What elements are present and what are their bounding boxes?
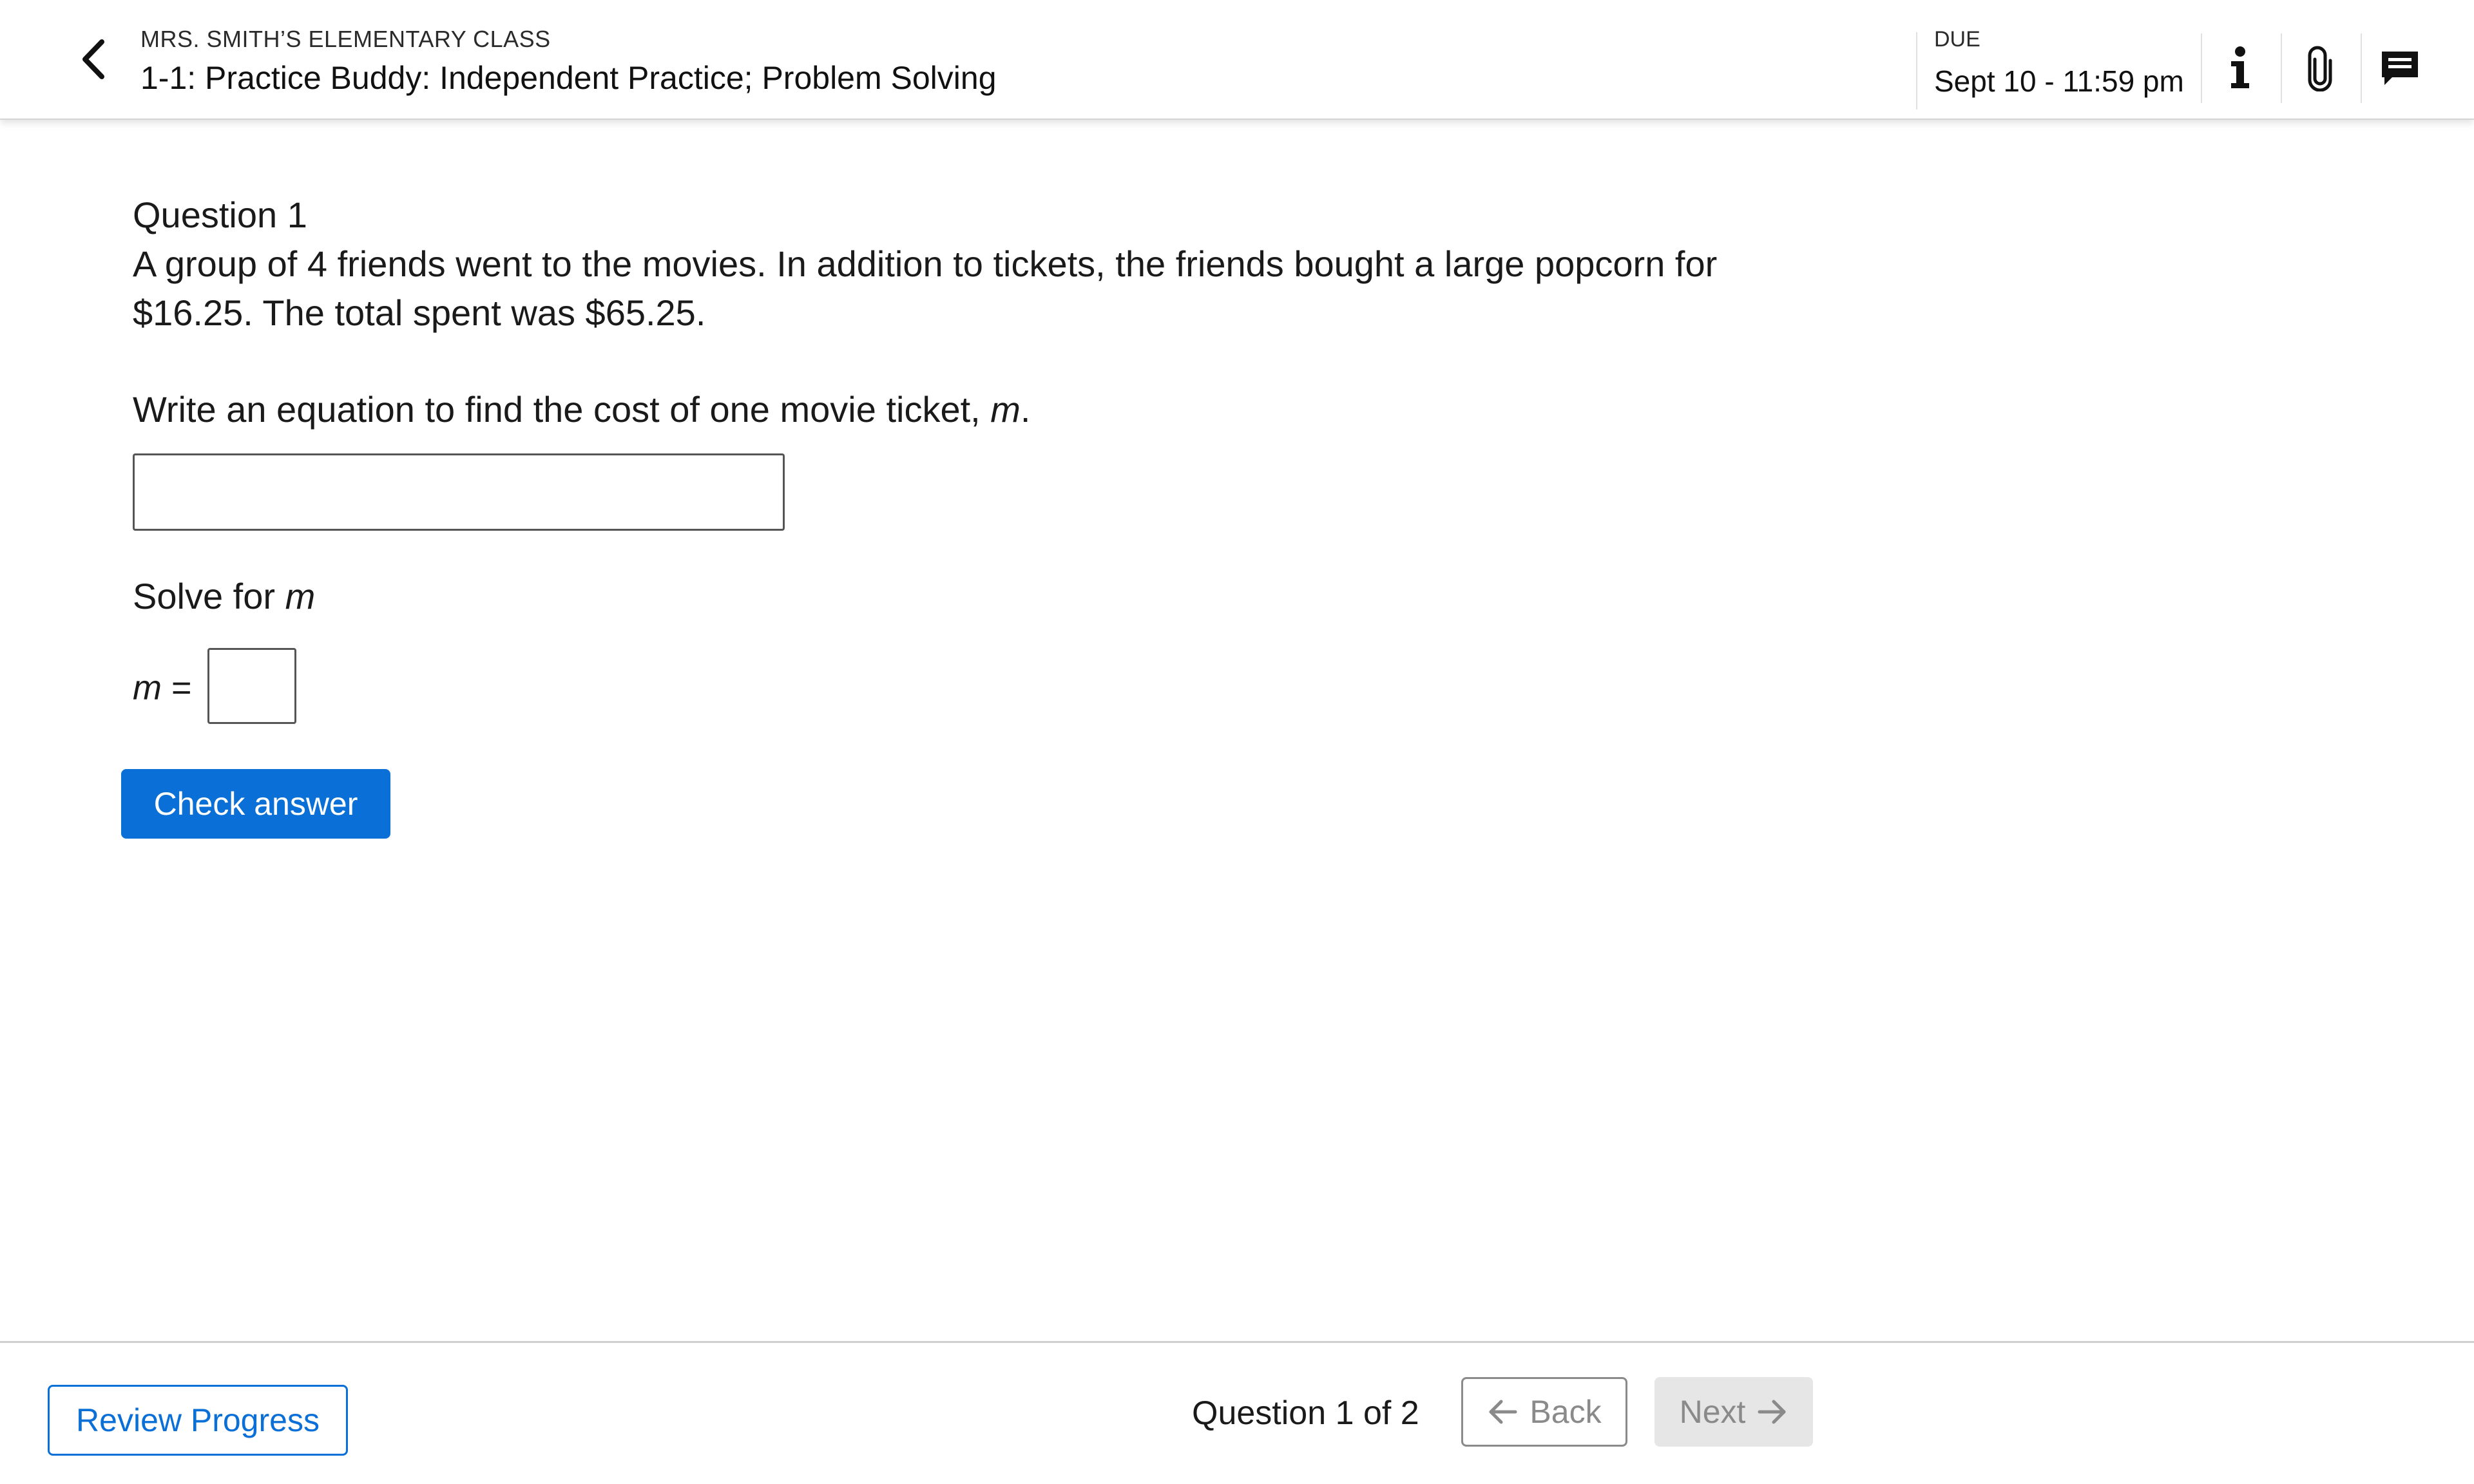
question-text: A group of 4 friends went to the movies.…	[133, 243, 1718, 333]
attachment-icon[interactable]	[2281, 33, 2358, 103]
next-label: Next	[1679, 1394, 1746, 1430]
back-label: Back	[1529, 1394, 1602, 1430]
back-chevron-icon[interactable]	[71, 33, 116, 85]
due-label: DUE	[1934, 27, 1980, 52]
equals-sign: =	[161, 669, 192, 707]
due-date: Sept 10 - 11:59 pm	[1934, 64, 2184, 98]
question-number: Question 1	[133, 195, 307, 235]
check-answer-button[interactable]: Check answer	[121, 769, 390, 839]
m-variable: m	[133, 669, 162, 707]
prompt-variable: m	[990, 389, 1021, 430]
question-area: Question 1 A group of 4 friends went to …	[133, 191, 1872, 338]
m-answer-input[interactable]	[207, 648, 296, 724]
back-button[interactable]: Back	[1461, 1377, 1627, 1447]
prompt-text: Write an equation to find the cost of on…	[133, 389, 991, 430]
footer-divider	[0, 1341, 2474, 1343]
m-equals-label: m =	[133, 663, 192, 712]
equation-input[interactable]	[133, 453, 785, 531]
solve-variable: m	[285, 576, 316, 616]
next-button[interactable]: Next	[1654, 1377, 1813, 1447]
review-progress-button[interactable]: Review Progress	[48, 1385, 348, 1456]
solve-label: Solve for m	[133, 572, 315, 621]
solve-text: Solve for	[133, 576, 285, 616]
question-prompt: Write an equation to find the cost of on…	[133, 385, 1030, 434]
assignment-title: 1-1: Practice Buddy: Independent Practic…	[140, 60, 997, 96]
due-date-block: DUE Sept 10 - 11:59 pm	[1916, 27, 2184, 109]
prompt-end: .	[1020, 389, 1031, 430]
arrow-right-icon	[1757, 1399, 1788, 1425]
assignment-header: MRS. SMITH’S ELEMENTARY CLASS 1-1: Pract…	[0, 0, 2474, 120]
comment-icon[interactable]	[2361, 33, 2438, 103]
question-counter: Question 1 of 2	[1192, 1394, 1419, 1432]
arrow-left-icon	[1487, 1399, 1518, 1425]
class-name: MRS. SMITH’S ELEMENTARY CLASS	[140, 26, 551, 52]
info-icon[interactable]	[2201, 33, 2278, 103]
